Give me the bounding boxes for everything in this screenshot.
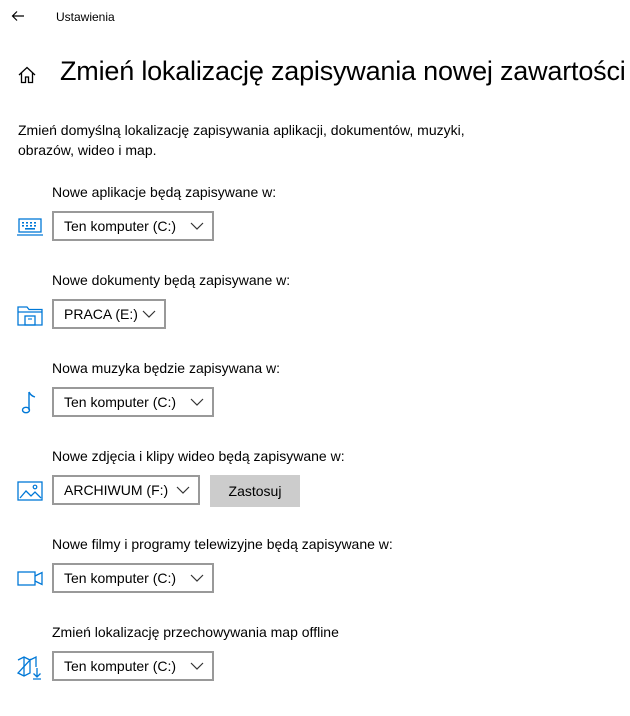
title-bar: Ustawienia	[0, 0, 630, 34]
maps-location-dropdown[interactable]: Ten komputer (C:)	[52, 651, 214, 681]
music-location-dropdown[interactable]: Ten komputer (C:)	[52, 387, 214, 417]
music-note-icon	[21, 391, 36, 414]
dropdown-value: ARCHIWUM (F:)	[64, 482, 169, 498]
home-icon[interactable]	[16, 64, 38, 86]
chevron-down-icon	[190, 574, 204, 582]
dropdown-value: Ten komputer (C:)	[64, 394, 177, 410]
arrow-left-icon	[11, 11, 24, 21]
dropdown-value: PRACA (E:)	[64, 306, 138, 322]
setting-label: Nowe aplikacje będą zapisywane w:	[52, 184, 277, 200]
photos-location-dropdown[interactable]: ARCHIWUM (F:)	[52, 475, 200, 505]
dropdown-value: Ten komputer (C:)	[64, 570, 177, 586]
setting-label: Nowa muzyka będzie zapisywana w:	[52, 360, 280, 376]
chevron-down-icon	[142, 310, 156, 318]
window-title: Ustawienia	[56, 10, 115, 24]
page-title: Zmień lokalizację zapisywania nowej zawa…	[60, 56, 626, 86]
movies-location-dropdown[interactable]: Ten komputer (C:)	[52, 563, 214, 593]
picture-icon	[17, 481, 43, 501]
apply-button[interactable]: Zastosuj	[210, 475, 300, 507]
chevron-down-icon	[190, 398, 204, 406]
chevron-down-icon	[190, 222, 204, 230]
apps-location-dropdown[interactable]: Ten komputer (C:)	[52, 211, 214, 241]
setting-label: Nowe filmy i programy telewizyjne będą z…	[52, 536, 393, 552]
video-camera-icon	[17, 571, 43, 586]
documents-folder-icon	[17, 306, 43, 326]
chevron-down-icon	[190, 662, 204, 670]
map-download-icon	[16, 655, 41, 680]
back-button[interactable]	[4, 2, 32, 30]
setting-label: Zmień lokalizację przechowywania map off…	[52, 624, 339, 640]
setting-label: Nowe zdjęcia i klipy wideo będą zapisywa…	[52, 448, 345, 464]
dropdown-value: Ten komputer (C:)	[64, 218, 177, 234]
documents-location-dropdown[interactable]: PRACA (E:)	[52, 299, 166, 329]
setting-label: Nowe dokumenty będą zapisywane w:	[52, 272, 291, 288]
keyboard-icon	[17, 218, 43, 236]
page-description: Zmień domyślną lokalizację zapisywania a…	[18, 122, 465, 158]
chevron-down-icon	[176, 486, 190, 494]
dropdown-value: Ten komputer (C:)	[64, 658, 177, 674]
